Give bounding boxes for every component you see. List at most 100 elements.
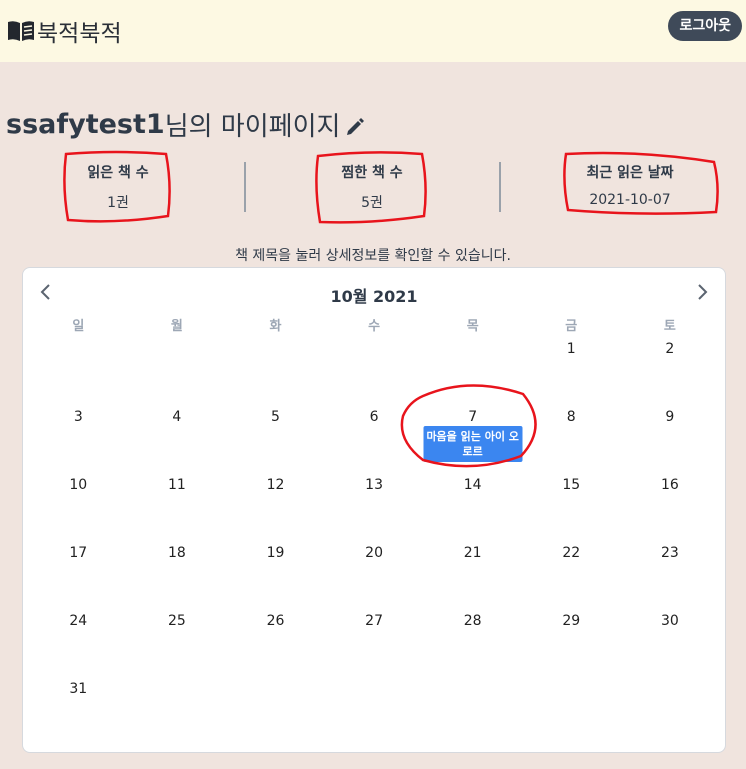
weekday-label: 수 — [368, 319, 381, 334]
calendar-week: 31 — [29, 680, 719, 748]
stat-value: 5권 — [361, 195, 383, 211]
weekday-label: 목 — [466, 319, 479, 334]
calendar-week: 17 18 19 20 21 22 23 — [29, 544, 719, 612]
day-number: 18 — [167, 545, 186, 561]
calendar-day: 30 — [621, 612, 720, 680]
day-number: 25 — [167, 613, 186, 629]
pencil-icon[interactable] — [344, 116, 366, 138]
stat-label: 최근 읽은 날짜 — [586, 165, 674, 181]
calendar-day: 31 — [29, 680, 128, 748]
logout-button[interactable]: 로그아웃 — [668, 11, 742, 41]
calendar-day — [522, 680, 621, 748]
calendar-day: 11 — [128, 476, 227, 544]
calendar-month-title: 10월 2021 — [330, 287, 418, 306]
calendar-day: 18 — [128, 544, 227, 612]
calendar-day: 24 — [29, 612, 128, 680]
calendar-day: 26 — [226, 612, 325, 680]
stat-label: 읽은 책 수 — [87, 165, 149, 181]
day-number: 9 — [665, 409, 675, 425]
day-number: 17 — [69, 545, 88, 561]
stat-value: 1권 — [107, 195, 129, 211]
calendar-week: 10 11 12 13 14 15 16 — [29, 476, 719, 544]
page-title: ssafytest1 님의 마이페이지 — [6, 106, 366, 143]
calendar-day — [423, 340, 522, 408]
day-number: 15 — [562, 477, 581, 493]
day-number: 20 — [365, 545, 383, 561]
day-number: 30 — [660, 613, 679, 629]
day-number: 21 — [463, 545, 482, 561]
reading-calendar: 10월 2021 일 월 화 수 목 금 토 1 2 3 4 5 6 7 마음을 — [22, 267, 726, 753]
weekday-label: 일 — [72, 319, 85, 334]
day-number: 19 — [266, 545, 285, 561]
weekday-label: 월 — [170, 319, 183, 334]
weekday-label: 금 — [565, 319, 578, 334]
brand-name: 북적북적 — [37, 21, 122, 47]
calendar-day: 12 — [226, 476, 325, 544]
calendar-grid: 1 2 3 4 5 6 7 마음을 읽는 아이 오로르 8 9 10 11 12… — [29, 340, 719, 748]
brand-logo[interactable]: 북적북적 — [6, 14, 122, 48]
calendar-day: 22 — [522, 544, 621, 612]
day-number: 2 — [665, 341, 675, 357]
day-number: 16 — [660, 477, 679, 493]
stat-divider — [244, 162, 246, 212]
day-number: 22 — [562, 545, 581, 561]
day-number: 4 — [172, 409, 182, 425]
calendar-day: 16 — [621, 476, 720, 544]
day-number: 6 — [369, 409, 379, 425]
day-number: 10 — [69, 477, 88, 493]
calendar-day — [128, 340, 227, 408]
stat-read-books: 읽은 책 수 1권 — [38, 162, 198, 212]
calendar-day: 20 — [325, 544, 424, 612]
stat-value: 2021-10-07 — [589, 192, 671, 208]
calendar-day: 1 — [522, 340, 621, 408]
calendar-day — [325, 340, 424, 408]
stat-wishlist-books: 찜한 책 수 5권 — [292, 162, 452, 212]
title-username: ssafytest1 — [6, 109, 165, 140]
book-open-icon — [6, 18, 36, 44]
day-number: 3 — [73, 409, 83, 425]
weekday-label: 화 — [269, 319, 282, 334]
day-number: 23 — [660, 545, 679, 561]
day-number: 27 — [365, 613, 383, 629]
calendar-day: 19 — [226, 544, 325, 612]
calendar-week: 1 2 — [29, 340, 719, 408]
calendar-day — [423, 680, 522, 748]
calendar-day — [29, 340, 128, 408]
day-number: 14 — [463, 477, 482, 493]
day-number: 8 — [566, 409, 576, 425]
calendar-day: 17 — [29, 544, 128, 612]
day-number: 7 — [468, 409, 478, 425]
calendar-day: 21 — [423, 544, 522, 612]
calendar-day: 10 — [29, 476, 128, 544]
calendar-day: 8 — [522, 408, 621, 476]
book-event-button[interactable]: 마음을 읽는 아이 오로르 — [423, 426, 523, 462]
day-number: 1 — [566, 341, 576, 357]
day-number: 28 — [463, 613, 482, 629]
calendar-day: 3 — [29, 408, 128, 476]
day-number: 26 — [266, 613, 285, 629]
calendar-day: 27 — [325, 612, 424, 680]
calendar-day: 5 — [226, 408, 325, 476]
stat-label: 찜한 책 수 — [341, 165, 403, 181]
calendar-day: 15 — [522, 476, 621, 544]
title-suffix: 님의 마이페이지 — [164, 112, 341, 142]
day-number: 24 — [69, 613, 88, 629]
calendar-day: 6 — [325, 408, 424, 476]
calendar-day — [226, 680, 325, 748]
calendar-day: 2 — [621, 340, 720, 408]
calendar-day — [226, 340, 325, 408]
day-number: 31 — [69, 681, 88, 697]
calendar-day: 29 — [522, 612, 621, 680]
day-number: 13 — [365, 477, 383, 493]
calendar-day-with-event: 7 마음을 읽는 아이 오로르 — [401, 384, 538, 476]
stats-row: 읽은 책 수 1권 찜한 책 수 5권 최근 읽은 날짜 2021-10-07 — [0, 150, 746, 224]
calendar-day: 4 — [128, 408, 227, 476]
day-number: 5 — [271, 409, 280, 425]
calendar-day: 28 — [423, 612, 522, 680]
day-number: 11 — [167, 477, 186, 493]
top-header: 북적북적 로그아웃 — [0, 0, 746, 62]
chevron-right-icon[interactable] — [695, 282, 709, 307]
calendar-week: 3 4 5 6 7 마음을 읽는 아이 오로르 8 9 — [29, 384, 719, 476]
calendar-hint: 책 제목을 눌러 상세정보를 확인할 수 있습니다. — [235, 248, 511, 264]
calendar-day: 13 — [325, 476, 424, 544]
